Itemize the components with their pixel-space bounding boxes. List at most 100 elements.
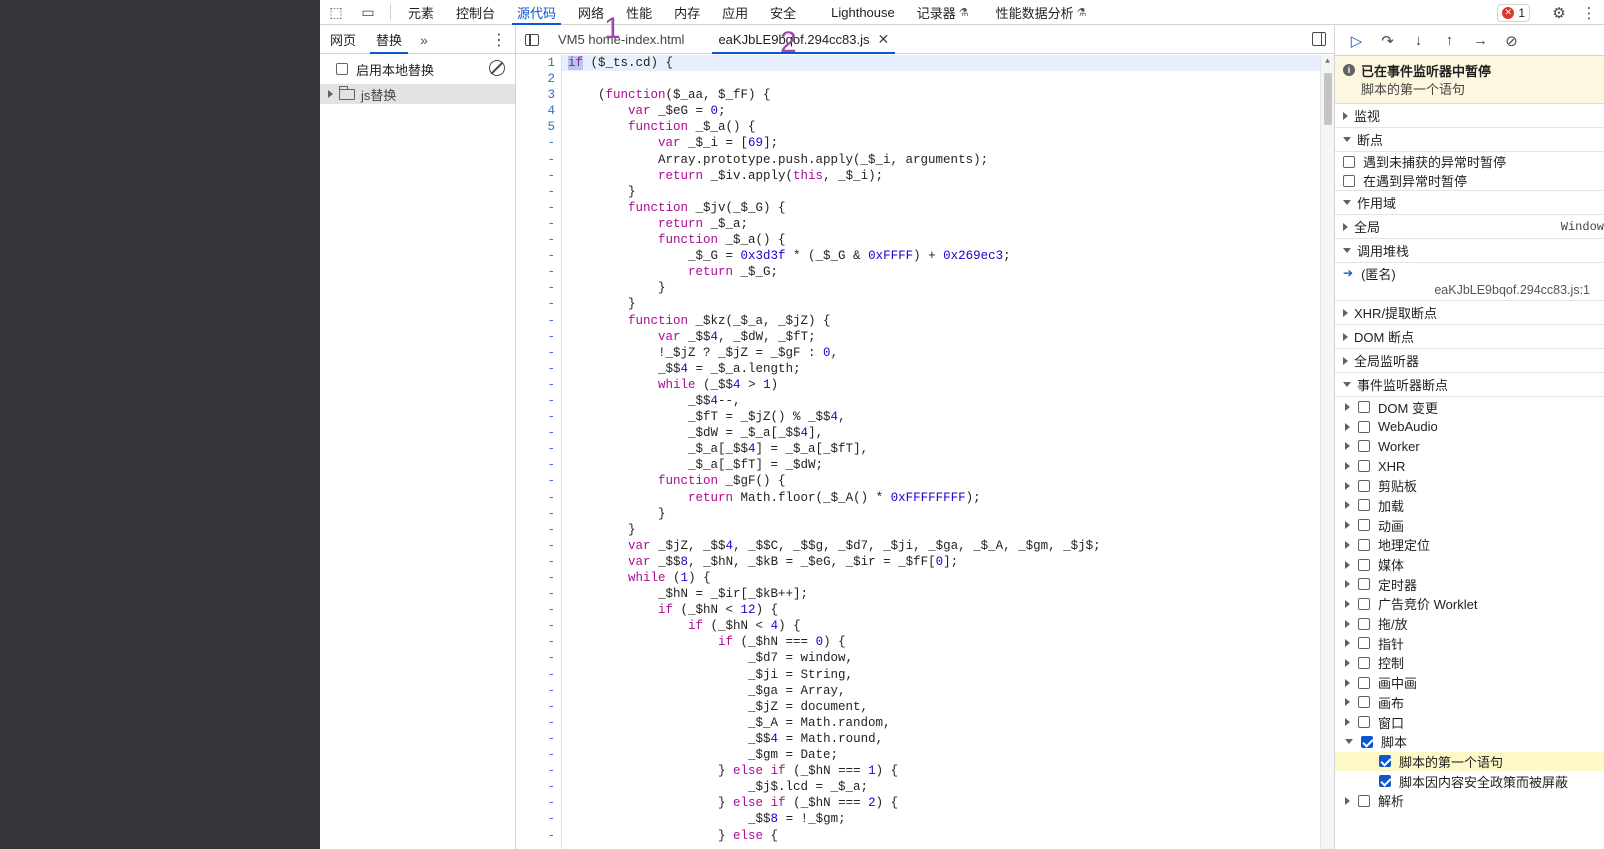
tab-elements[interactable]: 元素 [397,0,445,24]
section-breakpoints[interactable]: 断点 [1335,128,1604,152]
checkbox[interactable] [1358,716,1370,729]
line-number[interactable]: 1 [516,55,561,71]
checkbox[interactable] [1358,637,1370,650]
line-number[interactable]: - [516,667,561,683]
line-number[interactable]: - [516,731,561,747]
line-number[interactable]: - [516,554,561,570]
navigator-menu-icon[interactable]: ⋮ [491,30,507,50]
settings-gear-icon[interactable]: ⚙ [1544,4,1574,22]
checkbox[interactable] [1358,440,1370,453]
scope-global[interactable]: 全局 Window [1335,215,1604,240]
scroll-up-icon[interactable]: ▲ [1321,55,1334,69]
line-number[interactable]: - [516,634,561,650]
line-number[interactable]: - [516,377,561,393]
section-global-listeners[interactable]: 全局监听器 [1335,349,1604,374]
line-number[interactable]: - [516,811,561,827]
tab-console[interactable]: 控制台 [445,0,506,24]
event-category[interactable]: 定时器 [1335,574,1604,594]
line-number[interactable]: 3 [516,87,561,103]
override-folder[interactable]: js替换 [320,84,515,104]
event-category[interactable]: Worker [1335,437,1604,457]
line-number[interactable]: - [516,747,561,763]
line-number[interactable]: - [516,441,561,457]
code-lines[interactable]: if ($_ts.cd) { (function($_aa, $_fF) { v… [562,55,1320,849]
event-category[interactable]: DOM 变更 [1335,397,1604,417]
tab-application[interactable]: 应用 [711,0,759,24]
toggle-navigator-icon[interactable] [516,26,548,53]
event-category[interactable]: 动画 [1335,515,1604,535]
clear-overrides-icon[interactable] [489,60,505,76]
event-category[interactable]: 加载 [1335,496,1604,516]
line-number[interactable]: - [516,586,561,602]
tab-page[interactable]: 网页 [320,26,366,53]
code-view[interactable]: 12345-----------------------------------… [516,55,1334,849]
editor-scrollbar[interactable]: ▲ [1320,55,1334,849]
inspect-element-icon[interactable]: ⬚ [320,0,352,24]
line-number[interactable]: - [516,329,561,345]
toggle-debugger-icon[interactable] [1312,32,1326,46]
checkbox[interactable] [1358,460,1370,473]
line-number[interactable]: - [516,248,561,264]
checkbox[interactable] [1358,401,1370,414]
checkbox[interactable] [1358,696,1370,709]
event-category[interactable]: XHR [1335,456,1604,476]
device-toolbar-icon[interactable]: ▭ [352,0,384,24]
line-number[interactable]: - [516,264,561,280]
event-subitem[interactable]: 脚本因内容安全政策而被屏蔽 [1335,771,1604,791]
tab-performance[interactable]: 性能 [615,0,663,24]
event-category[interactable]: 画中画 [1335,673,1604,693]
tab-sources[interactable]: 源代码 [506,0,567,25]
line-number[interactable]: - [516,135,561,151]
line-number[interactable]: - [516,393,561,409]
checkbox[interactable] [1358,558,1370,571]
section-dom-breakpoints[interactable]: DOM 断点 [1335,325,1604,350]
line-number[interactable]: 2 [516,71,561,87]
line-number[interactable]: - [516,683,561,699]
event-category[interactable]: 控制 [1335,653,1604,673]
checkbox[interactable] [1358,499,1370,512]
line-number[interactable]: 4 [516,103,561,119]
line-number[interactable]: - [516,570,561,586]
deactivate-breakpoints-icon[interactable]: ⊘ [1496,32,1527,50]
event-category[interactable]: 画布 [1335,693,1604,713]
line-number[interactable]: - [516,296,561,312]
file-tab-vm5[interactable]: VM5 home-index.html [548,26,694,53]
line-number[interactable]: - [516,361,561,377]
line-number[interactable]: - [516,522,561,538]
event-category[interactable]: 广告竞价 Worklet [1335,594,1604,614]
checkbox[interactable] [1358,479,1370,492]
checkbox[interactable] [1343,174,1355,187]
step-over-icon[interactable]: ↷ [1372,32,1403,50]
checkbox[interactable] [1358,538,1370,551]
line-number[interactable]: - [516,200,561,216]
scrollbar-thumb[interactable] [1324,73,1332,125]
tab-recorder[interactable]: 记录器 ⚗ [906,0,980,24]
line-number[interactable]: - [516,506,561,522]
resume-icon[interactable]: ▷ [1341,32,1372,50]
step-out-icon[interactable]: ↑ [1434,32,1465,49]
event-subitem[interactable]: 脚本的第一个语句 [1335,751,1604,772]
event-category[interactable]: 窗口 [1335,712,1604,732]
call-frame[interactable]: ➔ (匿名) [1335,263,1604,283]
line-number[interactable]: - [516,763,561,779]
line-number[interactable]: - [516,650,561,666]
checkbox[interactable] [1343,155,1355,168]
error-count-badge[interactable]: ✕ 1 [1497,3,1530,22]
section-watch[interactable]: 监视 [1335,104,1604,128]
checkbox-checked[interactable] [1361,735,1373,748]
event-category[interactable]: 指针 [1335,633,1604,653]
event-category[interactable]: 剪贴板 [1335,476,1604,496]
event-category[interactable]: WebAudio [1335,417,1604,437]
event-category-script[interactable]: 脚本 [1335,732,1604,752]
line-number[interactable]: - [516,152,561,168]
section-scope[interactable]: 作用域 [1335,191,1604,216]
line-number[interactable]: - [516,699,561,715]
frame-location[interactable]: eaKJbLE9bqof.294cc83.js:1 [1335,283,1604,302]
checkbox[interactable] [1358,794,1370,807]
event-category[interactable]: 地理定位 [1335,535,1604,555]
enable-local-overrides[interactable]: 启用本地替换 [320,54,515,84]
section-xhr-breakpoints[interactable]: XHR/提取断点 [1335,301,1604,326]
bp-option-uncaught[interactable]: 遇到未捕获的异常时暂停 [1335,152,1604,172]
line-number[interactable]: - [516,232,561,248]
checkbox[interactable] [1358,676,1370,689]
